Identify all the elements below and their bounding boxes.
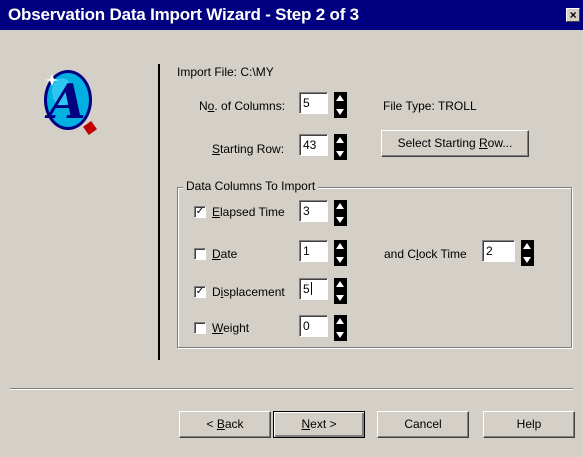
spin-down-icon[interactable] (334, 105, 347, 118)
displacement-checkbox[interactable]: ✓ (194, 286, 206, 298)
columns-input[interactable]: 5 (299, 92, 328, 114)
clock-time-column-input[interactable]: 2 (482, 240, 515, 262)
vertical-divider (158, 64, 160, 360)
close-button[interactable]: × (566, 8, 580, 22)
spin-up-icon[interactable] (334, 134, 347, 147)
columns-label: No. of Columns: (199, 99, 286, 113)
date-label: Date (212, 247, 238, 261)
file-type-label: File Type: (383, 99, 435, 113)
weight-label: Weight (212, 321, 250, 335)
date-checkbox[interactable] (194, 248, 206, 260)
date-column-input[interactable]: 1 (299, 240, 328, 262)
starting-row-input[interactable]: 43 (299, 134, 328, 156)
spin-down-icon[interactable] (334, 147, 347, 160)
clock-time-label: and Clock Time (384, 247, 467, 261)
spin-up-icon[interactable] (521, 240, 534, 253)
wizard-logo-icon: A (44, 70, 97, 135)
starting-row-label: Starting Row: (212, 142, 285, 156)
elapsed-time-column-input[interactable]: 3 (299, 200, 328, 222)
next-button[interactable]: Next > (273, 411, 365, 438)
weight-checkbox[interactable] (194, 322, 206, 334)
spin-down-icon[interactable] (334, 213, 347, 226)
weight-column-input[interactable]: 0 (299, 315, 328, 337)
weight-spinner (334, 315, 347, 341)
window-title: Observation Data Import Wizard - Step 2 … (8, 5, 359, 24)
file-type-value: TROLL (437, 99, 477, 113)
spin-down-icon[interactable] (334, 328, 347, 341)
import-file-label: Import File: (177, 65, 238, 79)
back-button[interactable]: < Back (179, 411, 271, 438)
clock-time-spinner (521, 240, 534, 266)
elapsed-time-spinner (334, 200, 347, 226)
help-button[interactable]: Help (483, 411, 575, 438)
spin-up-icon[interactable] (334, 240, 347, 253)
import-file-row: Import File: C:\MY (177, 65, 274, 79)
title-bar: Observation Data Import Wizard - Step 2 … (0, 0, 583, 30)
footer-divider (10, 388, 573, 390)
select-starting-row-button[interactable]: Select Starting Row... (381, 130, 529, 157)
starting-row-spinner (334, 134, 347, 160)
cancel-button[interactable]: Cancel (377, 411, 469, 438)
spin-up-icon[interactable] (334, 92, 347, 105)
spin-down-icon[interactable] (334, 253, 347, 266)
wizard-window: Observation Data Import Wizard - Step 2 … (0, 0, 583, 457)
spin-down-icon[interactable] (334, 291, 347, 304)
elapsed-time-checkbox[interactable]: ✓ (194, 206, 206, 218)
displacement-label: Displacement (212, 285, 285, 299)
spin-up-icon[interactable] (334, 315, 347, 328)
spin-up-icon[interactable] (334, 200, 347, 213)
import-file-value: C:\MY (240, 65, 274, 79)
file-type-row: File Type: TROLL (383, 99, 477, 113)
date-spinner (334, 240, 347, 266)
elapsed-time-label: Elapsed Time (212, 205, 285, 219)
displacement-spinner (334, 278, 347, 304)
spin-down-icon[interactable] (521, 253, 534, 266)
displacement-column-input[interactable]: 5 (299, 278, 328, 300)
data-columns-group-title: Data Columns To Import (183, 179, 319, 193)
spin-up-icon[interactable] (334, 278, 347, 291)
columns-spinner (334, 92, 347, 118)
